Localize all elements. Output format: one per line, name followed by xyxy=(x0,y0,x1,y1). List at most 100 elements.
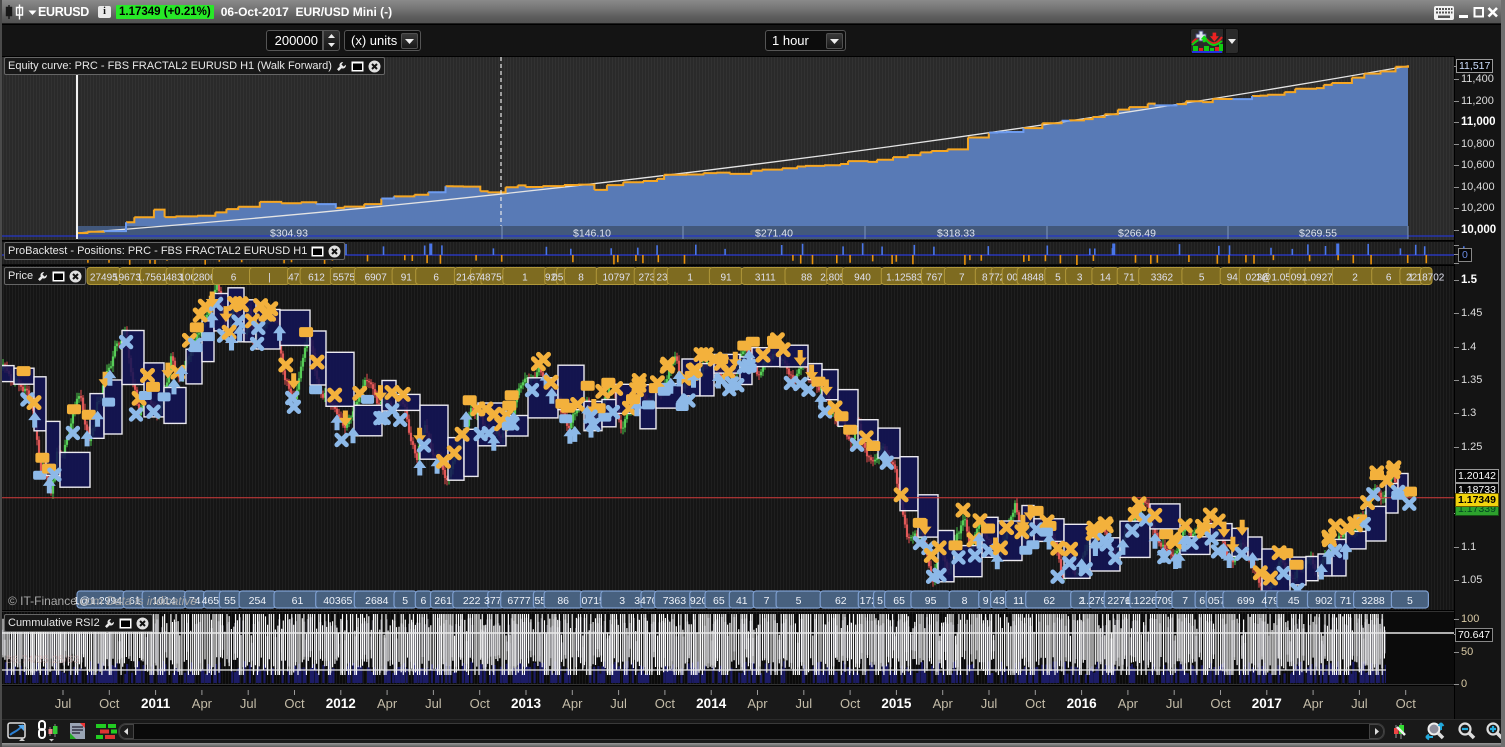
svg-text:5: 5 xyxy=(1199,273,1205,284)
svg-text:62: 62 xyxy=(1043,595,1055,607)
svg-text:Oct: Oct xyxy=(1025,696,1046,711)
svg-text:1.18702: 1.18702 xyxy=(1408,273,1445,284)
svg-text:3111: 3111 xyxy=(755,273,776,284)
svg-text:6777: 6777 xyxy=(507,595,531,607)
svg-text:Oct: Oct xyxy=(1210,696,1231,711)
svg-text:8: 8 xyxy=(982,273,988,284)
svg-text:8: 8 xyxy=(962,595,968,607)
svg-text:6: 6 xyxy=(1199,595,1205,607)
svg-text:Apr: Apr xyxy=(747,696,768,711)
svg-text:699: 699 xyxy=(1237,595,1255,607)
svg-text:222: 222 xyxy=(463,595,481,607)
svg-text:$318.33: $318.33 xyxy=(937,228,975,240)
svg-text:7363: 7363 xyxy=(663,595,687,607)
svg-text:Jul: Jul xyxy=(425,696,442,711)
svg-text:95: 95 xyxy=(925,595,937,607)
svg-text:2013: 2013 xyxy=(511,696,542,711)
svg-text:709: 709 xyxy=(1156,595,1174,607)
svg-text:Apr: Apr xyxy=(192,696,213,711)
svg-text:91: 91 xyxy=(720,273,732,284)
svg-text:2011: 2011 xyxy=(141,696,171,711)
svg-text:1: 1 xyxy=(522,273,528,284)
svg-text:Apr: Apr xyxy=(1303,696,1324,711)
svg-text:|: | xyxy=(268,273,271,284)
svg-text:254: 254 xyxy=(249,595,267,607)
svg-text:261: 261 xyxy=(434,595,452,607)
svg-text:5: 5 xyxy=(402,595,408,607)
svg-text:3288: 3288 xyxy=(1361,595,1385,607)
svg-text:$304.93: $304.93 xyxy=(270,228,308,240)
svg-text:5: 5 xyxy=(796,595,802,607)
svg-text:902: 902 xyxy=(1315,595,1333,607)
svg-text:8: 8 xyxy=(578,273,584,284)
svg-text:86: 86 xyxy=(557,595,569,607)
svg-text:65: 65 xyxy=(893,595,905,607)
svg-text:2015: 2015 xyxy=(881,696,912,711)
svg-text:71: 71 xyxy=(1340,595,1352,607)
svg-text:Oct: Oct xyxy=(284,696,305,711)
svg-text:5: 5 xyxy=(1407,595,1413,607)
svg-text:41: 41 xyxy=(736,595,748,607)
svg-text:6: 6 xyxy=(231,273,237,284)
svg-text:Oct: Oct xyxy=(655,696,676,711)
svg-text:5575: 5575 xyxy=(333,273,356,284)
svg-text:23: 23 xyxy=(656,273,668,284)
svg-text:11: 11 xyxy=(1013,595,1024,607)
svg-text:3362: 3362 xyxy=(1151,273,1174,284)
svg-text:7: 7 xyxy=(764,595,770,607)
svg-text:43: 43 xyxy=(993,595,1005,607)
svg-text:Jul: Jul xyxy=(55,696,72,711)
svg-text:10797: 10797 xyxy=(602,273,630,284)
svg-text:$266.49: $266.49 xyxy=(1118,228,1156,240)
svg-text:14: 14 xyxy=(1100,273,1112,284)
svg-text:Oct: Oct xyxy=(840,696,861,711)
svg-text:2014: 2014 xyxy=(696,696,727,711)
svg-text:40365: 40365 xyxy=(323,595,352,607)
svg-text:767: 767 xyxy=(926,273,943,284)
svg-text:$146.10: $146.10 xyxy=(573,228,611,240)
svg-text:94: 94 xyxy=(1227,273,1239,284)
svg-text:1.12583: 1.12583 xyxy=(886,273,923,284)
svg-text:86.74/35.25/63: 86.74/35.25/63 xyxy=(6,654,79,666)
svg-text:Oct: Oct xyxy=(1396,696,1417,711)
svg-text:5: 5 xyxy=(877,595,883,607)
svg-text:61: 61 xyxy=(292,595,304,607)
svg-text:45: 45 xyxy=(1288,595,1300,607)
svg-text:Jul: Jul xyxy=(795,696,812,711)
svg-text:4848: 4848 xyxy=(1022,273,1045,284)
svg-text:Apr: Apr xyxy=(562,696,583,711)
svg-text:3: 3 xyxy=(619,595,625,607)
svg-text:$269.55: $269.55 xyxy=(1299,228,1337,240)
svg-text:940: 940 xyxy=(854,273,871,284)
svg-text:7: 7 xyxy=(1182,595,1188,607)
svg-text:Oct: Oct xyxy=(99,696,120,711)
svg-text:2684: 2684 xyxy=(365,595,389,607)
svg-text:6: 6 xyxy=(433,273,439,284)
svg-text:$271.40: $271.40 xyxy=(755,228,793,240)
svg-text:2017: 2017 xyxy=(1252,696,1282,711)
svg-text:2016: 2016 xyxy=(1067,696,1098,711)
svg-text:91: 91 xyxy=(401,273,413,284)
svg-text:9: 9 xyxy=(983,595,989,607)
svg-text:55: 55 xyxy=(224,595,236,607)
svg-text:71: 71 xyxy=(1124,273,1136,284)
svg-text:6: 6 xyxy=(420,595,426,607)
svg-text:Jul: Jul xyxy=(610,696,627,711)
svg-text:5: 5 xyxy=(1055,273,1061,284)
svg-text:Apr: Apr xyxy=(933,696,954,711)
svg-text:Apr: Apr xyxy=(1118,696,1139,711)
svg-text:273: 273 xyxy=(639,273,656,284)
svg-text:Jul: Jul xyxy=(981,696,998,711)
svg-text:© IT-Finance.com Data is indic: © IT-Finance.com Data is indicative xyxy=(8,594,197,608)
svg-text:2012: 2012 xyxy=(326,696,356,711)
svg-text:612: 612 xyxy=(308,273,325,284)
svg-text:Apr: Apr xyxy=(377,696,398,711)
svg-text:3: 3 xyxy=(1077,273,1083,284)
svg-text:62: 62 xyxy=(835,595,847,607)
svg-text:1: 1 xyxy=(687,273,693,284)
svg-text:2: 2 xyxy=(1352,273,1358,284)
svg-text:6: 6 xyxy=(1386,273,1392,284)
svg-text:Jul: Jul xyxy=(240,696,257,711)
svg-text:Jul: Jul xyxy=(1166,696,1183,711)
svg-text:65: 65 xyxy=(713,595,725,607)
